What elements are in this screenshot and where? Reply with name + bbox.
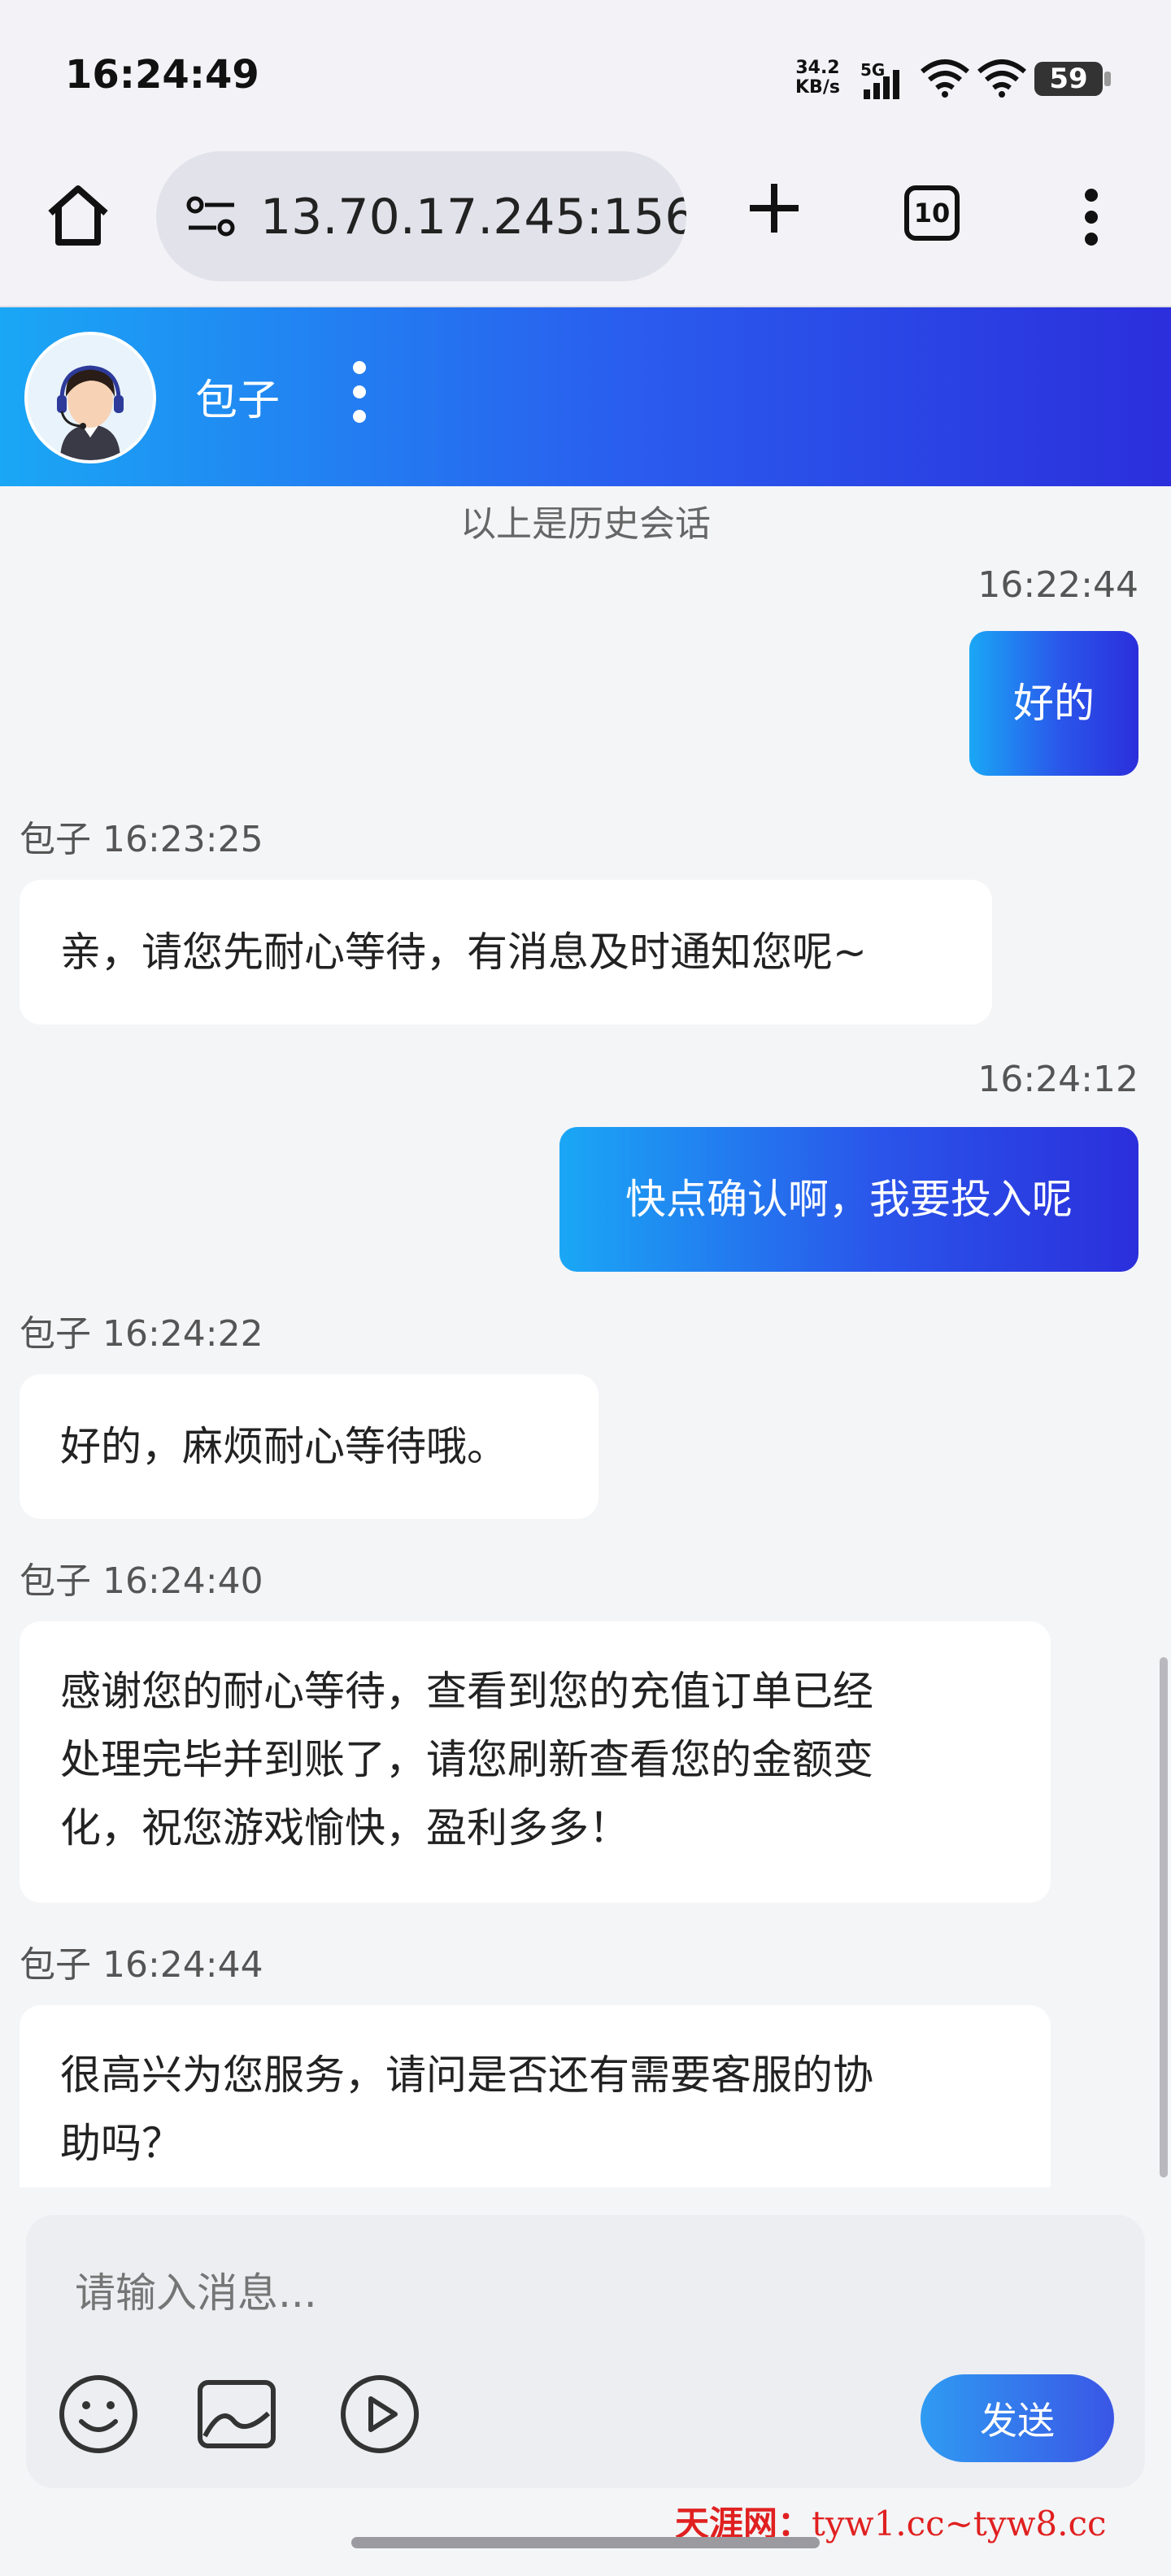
incoming-message: 很高兴为您服务，请问是否还有需要客服的协 助吗？	[20, 2005, 1051, 2187]
message-time: 16:22:44	[977, 564, 1138, 606]
wifi-icon	[921, 59, 969, 98]
emoji-icon[interactable]	[57, 2373, 140, 2456]
net-speed-value: 34.2	[795, 58, 840, 78]
tune-icon[interactable]	[184, 195, 241, 237]
agent-avatar[interactable]	[24, 332, 156, 463]
message-meta: 包子 16:24:44	[20, 1944, 263, 1986]
wifi-icon-2	[977, 59, 1026, 98]
chat-menu-icon[interactable]	[351, 359, 368, 424]
cell-signal-icon	[864, 70, 899, 99]
chat-header: 包子	[0, 307, 1171, 486]
message-line: 很高兴为您服务，请问是否还有需要客服的协	[60, 2052, 873, 2099]
message-line: 感谢您的耐心等待，查看到您的充值订单已经	[60, 1668, 873, 1715]
outgoing-message: 好的	[969, 631, 1138, 776]
net-speed: 34.2 KB/s	[795, 59, 840, 98]
battery-tip	[1104, 72, 1111, 86]
agent-avatar-image	[28, 335, 153, 460]
net-speed-unit: KB/s	[795, 77, 840, 98]
message-input[interactable]	[73, 2269, 1052, 2317]
message-line: 助吗？	[60, 2120, 182, 2167]
incoming-message: 亲，请您先耐心等待，有消息及时通知您呢~	[20, 880, 992, 1025]
agent-name: 包子	[195, 376, 281, 425]
browser-toolbar: 13.70.17.245:1567/ 10	[0, 146, 1171, 307]
message-meta: 包子 16:23:25	[20, 819, 263, 860]
message-line: 处理完毕并到账了，请您刷新查看您的金额变	[60, 1736, 873, 1783]
watermark-url: tyw1.cc~tyw8.cc	[812, 2504, 1107, 2543]
send-button[interactable]: 发送	[921, 2374, 1114, 2462]
message-time: 16:24:12	[977, 1059, 1138, 1100]
message-composer: 发送	[26, 2215, 1145, 2488]
chat-messages[interactable]: 以上是历史会话 16:22:44 好的 包子 16:23:25 亲，请您先耐心等…	[0, 486, 1171, 2187]
chat-scrollbar[interactable]	[1160, 1657, 1168, 2178]
plus-icon[interactable]	[745, 179, 803, 237]
message-meta: 包子 16:24:40	[20, 1560, 263, 1602]
address-bar[interactable]: 13.70.17.245:1567/	[156, 151, 686, 281]
history-notice: 以上是历史会话	[460, 503, 711, 545]
incoming-message: 好的，麻烦耐心等待哦。	[20, 1374, 599, 1519]
incoming-message: 感谢您的耐心等待，查看到您的充值订单已经 处理完毕并到账了，请您刷新查看您的金额…	[20, 1621, 1051, 1903]
tabs-icon[interactable]: 10	[904, 185, 960, 241]
battery-icon: 59	[1034, 62, 1103, 96]
url-text[interactable]: 13.70.17.245:1567/	[260, 189, 686, 246]
outgoing-message: 快点确认啊，我要投入呢	[559, 1127, 1138, 1272]
more-icon[interactable]	[1082, 187, 1101, 247]
message-line: 化，祝您游戏愉快，盈利多多！	[60, 1804, 629, 1852]
home-indicator[interactable]	[351, 2537, 820, 2548]
image-icon[interactable]	[195, 2373, 278, 2456]
status-bar: 16:24:49 34.2 KB/s 5G 59	[0, 0, 1171, 146]
message-meta: 包子 16:24:22	[20, 1313, 263, 1355]
status-time: 16:24:49	[65, 52, 259, 98]
home-icon[interactable]	[42, 179, 114, 250]
video-icon[interactable]	[338, 2373, 421, 2456]
